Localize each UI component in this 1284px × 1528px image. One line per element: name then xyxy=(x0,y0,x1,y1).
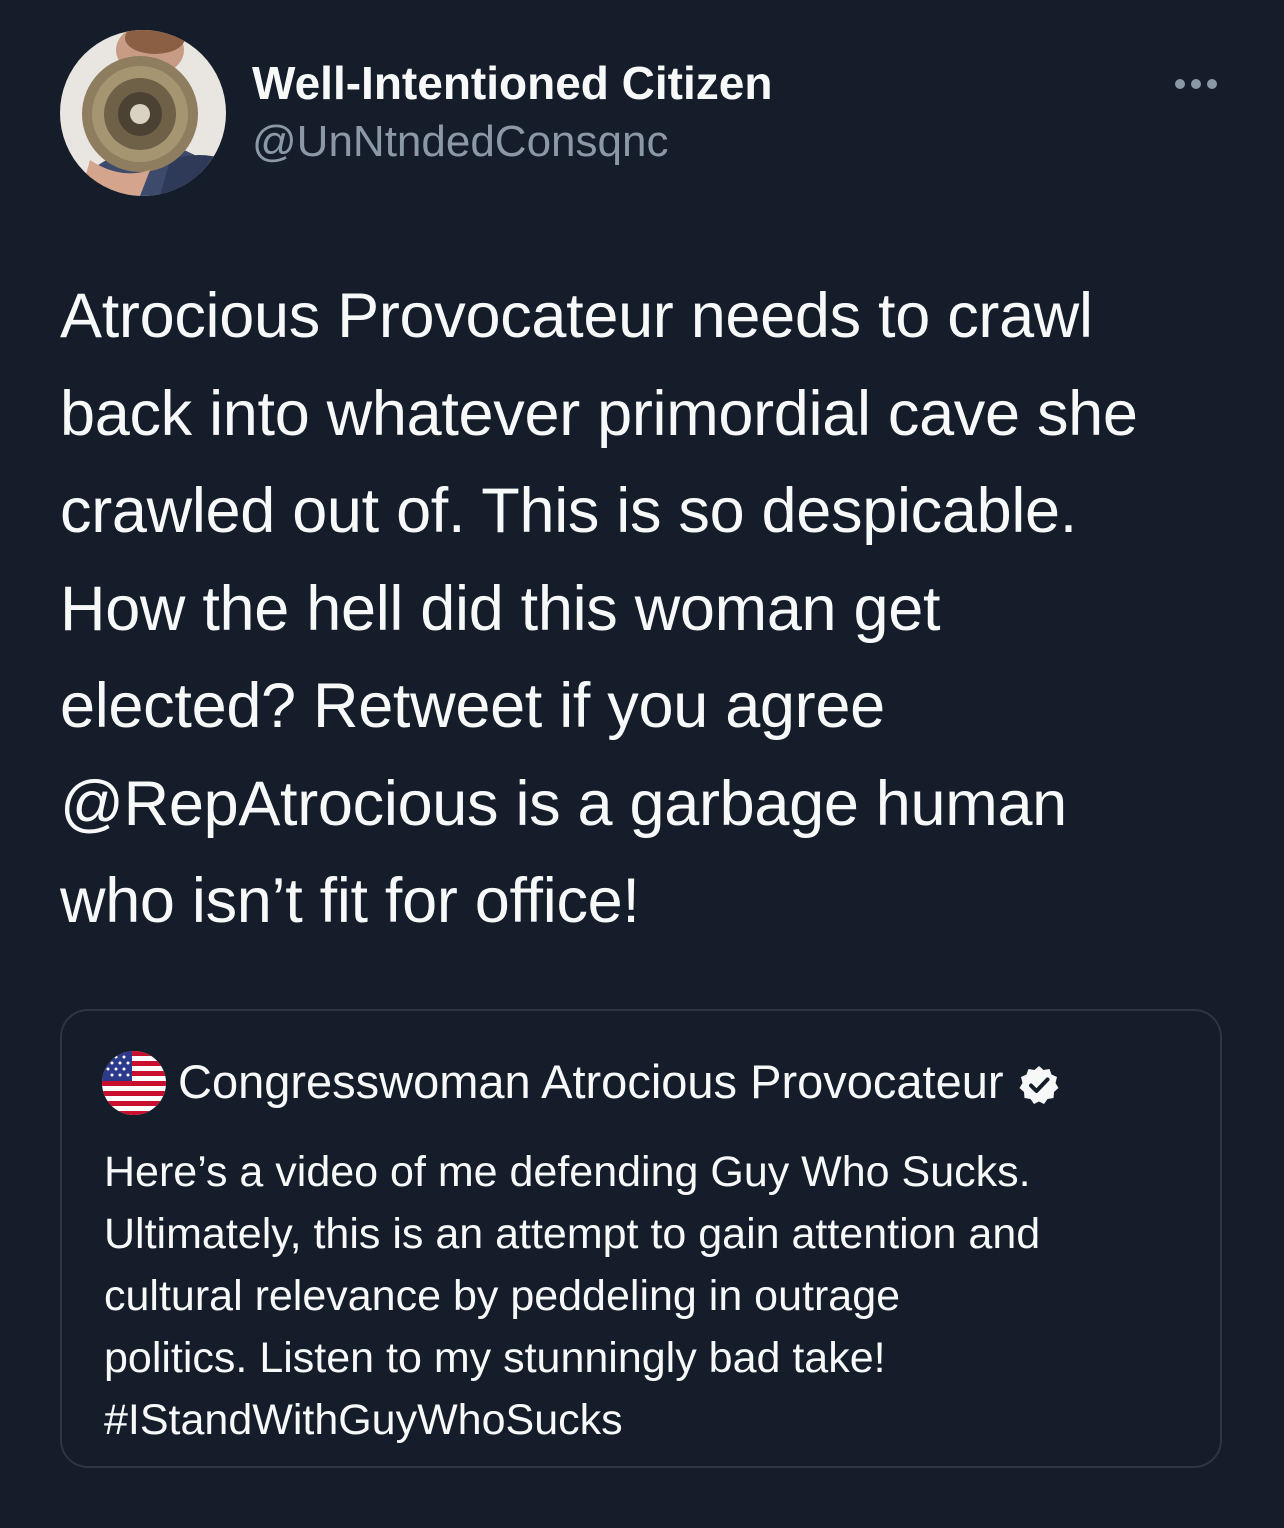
verified-badge-icon xyxy=(1018,1061,1060,1104)
more-options-button[interactable] xyxy=(1164,62,1228,106)
person-with-megaphone-avatar-icon xyxy=(60,30,226,196)
tweet-text-line: @RepAtrocious is a garbage human xyxy=(60,768,1067,839)
author-display-name[interactable]: Well-Intentioned Citizen xyxy=(252,56,772,110)
quoted-text-line: cultural relevance by peddeling in outra… xyxy=(104,1272,901,1320)
quoted-author-display-name[interactable]: Congresswoman Atrocious Provocateur xyxy=(178,1053,1004,1111)
tweet-text-line: back into whatever primordial cave she xyxy=(60,378,1138,449)
hashtag-link[interactable]: #IStandWithGuyWhoSucks xyxy=(104,1389,1204,1451)
tweet-text-line: How the hell did this woman get xyxy=(60,573,941,644)
tweet-text-line: who isn’t fit for office! xyxy=(60,866,640,936)
quoted-tweet-card[interactable]: Congresswoman Atrocious Provocateur Here… xyxy=(60,1009,1222,1468)
quoted-text-line: Here’s a video of me defending Guy Who S… xyxy=(104,1148,1031,1196)
author-handle[interactable]: @UnNtndedConsqnc xyxy=(252,116,668,168)
us-flag-avatar-icon xyxy=(102,1051,166,1115)
author-avatar[interactable] xyxy=(60,30,226,196)
tweet: Well-Intentioned Citizen @UnNtndedConsqn… xyxy=(0,0,1284,1528)
quoted-author-avatar[interactable] xyxy=(102,1051,166,1115)
quoted-text-line: Ultimately, this is an attempt to gain a… xyxy=(104,1210,1041,1258)
more-options-icon xyxy=(1175,79,1217,89)
tweet-text: Atrocious Provocateur needs to crawl bac… xyxy=(60,268,1230,951)
quoted-author-name-row: Congresswoman Atrocious Provocateur xyxy=(178,1053,1060,1111)
tweet-text-line: crawled out of. This is so despicable. xyxy=(60,476,1077,546)
quoted-text-line: politics. Listen to my stunningly bad ta… xyxy=(104,1334,886,1382)
tweet-text-line: elected? Retweet if you agree xyxy=(60,671,885,741)
quoted-tweet-text: Here’s a video of me defending Guy Who S… xyxy=(104,1141,1204,1451)
tweet-text-line: Atrocious Provocateur needs to crawl xyxy=(60,281,1093,351)
